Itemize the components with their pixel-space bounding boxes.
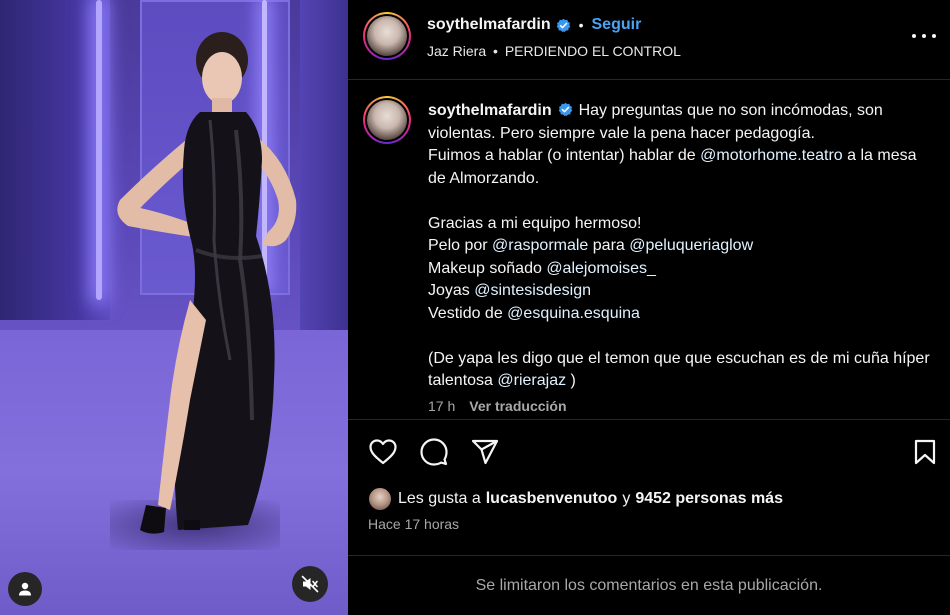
post-timestamp[interactable]: Hace 17 horas (368, 516, 459, 532)
action-bar (368, 437, 500, 467)
caption-age: 17 h (428, 398, 456, 414)
caption-line: para (588, 237, 630, 254)
more-dot-icon (912, 34, 916, 38)
likes-prefix: Les gusta a (398, 490, 481, 507)
likes-summary: Les gusta a lucasbenvenutoo y 9452 perso… (368, 487, 788, 511)
audio-attribution-link[interactable]: Jaz Riera • PERDIENDO EL CONTROL (427, 43, 681, 59)
likes-count-link[interactable]: 9452 personas más (635, 490, 783, 508)
mention-link[interactable]: @raspormale (492, 237, 588, 254)
comments-limited-notice: Se limitaron los comentarios en esta pub… (348, 555, 950, 615)
caption-line: Fuimos a hablar (o intentar) hablar de (428, 147, 701, 164)
save-button[interactable] (910, 437, 940, 467)
tagged-users-button[interactable] (8, 572, 42, 606)
mention-link[interactable]: @motorhome.teatro (700, 147, 843, 164)
caption-line: Vestido de (428, 304, 508, 322)
instagram-post: soythelmafardin • Seguir Jaz Riera • PER… (0, 0, 950, 615)
mention-link[interactable]: @sintesisdesign (474, 282, 591, 299)
author-avatar[interactable] (363, 12, 411, 60)
mute-button[interactable] (292, 566, 328, 602)
more-dot-icon (932, 34, 936, 38)
caption-meta: 17 h Ver traducción (428, 398, 567, 414)
post-caption: soythelmafardin Hay preguntas que no son … (348, 81, 950, 419)
audio-artist: Jaz Riera (427, 43, 487, 59)
follow-button[interactable]: Seguir (592, 16, 642, 34)
liker-avatar[interactable] (368, 487, 392, 511)
verified-badge-icon (556, 18, 570, 32)
caption-line: Makeup soñado (428, 259, 547, 277)
more-dot-icon (922, 34, 926, 38)
audio-track: PERDIENDO EL CONTROL (504, 43, 681, 59)
post-video[interactable] (0, 0, 348, 615)
caption-text: soythelmafardin Hay preguntas que no son … (428, 100, 938, 393)
caption-line: Gracias a mi equipo hermoso! (428, 214, 642, 232)
caption-username-link[interactable]: soythelmafardin (428, 102, 552, 119)
comment-icon (420, 438, 448, 466)
paper-plane-icon (471, 439, 499, 465)
user-icon (19, 582, 31, 596)
mention-link[interactable]: @esquina.esquina (507, 305, 640, 322)
post-actions-section: Les gusta a lucasbenvenutoo y 9452 perso… (348, 419, 950, 555)
post-header: soythelmafardin • Seguir Jaz Riera • PER… (348, 0, 950, 80)
heart-icon (369, 439, 397, 465)
caption-author-avatar[interactable] (363, 96, 411, 144)
bookmark-icon (914, 439, 936, 465)
separator-dot: • (578, 17, 584, 33)
speaker-muted-icon (301, 575, 319, 593)
comment-button[interactable] (419, 437, 449, 467)
caption-line: Joyas (428, 282, 475, 299)
caption-line: Pelo por (428, 237, 493, 254)
audio-separator: • (493, 43, 498, 59)
author-username-link[interactable]: soythelmafardin (427, 16, 551, 34)
woman-in-black-dress-figure (117, 32, 297, 534)
liker-username-link[interactable]: lucasbenvenutoo (486, 490, 618, 508)
mention-link[interactable]: @rierajaz (497, 372, 566, 389)
like-button[interactable] (368, 437, 398, 467)
mention-link[interactable]: @alejomoises_ (546, 260, 656, 277)
more-options-button[interactable] (912, 26, 936, 46)
see-translation-button[interactable]: Ver traducción (469, 398, 566, 414)
verified-badge-icon (558, 102, 572, 116)
share-button[interactable] (470, 437, 500, 467)
caption-line: ) (566, 372, 576, 389)
mention-link[interactable]: @peluqueriaglow (629, 237, 753, 254)
likes-conjunction: y (622, 490, 631, 507)
post-details-panel: soythelmafardin • Seguir Jaz Riera • PER… (348, 0, 950, 615)
